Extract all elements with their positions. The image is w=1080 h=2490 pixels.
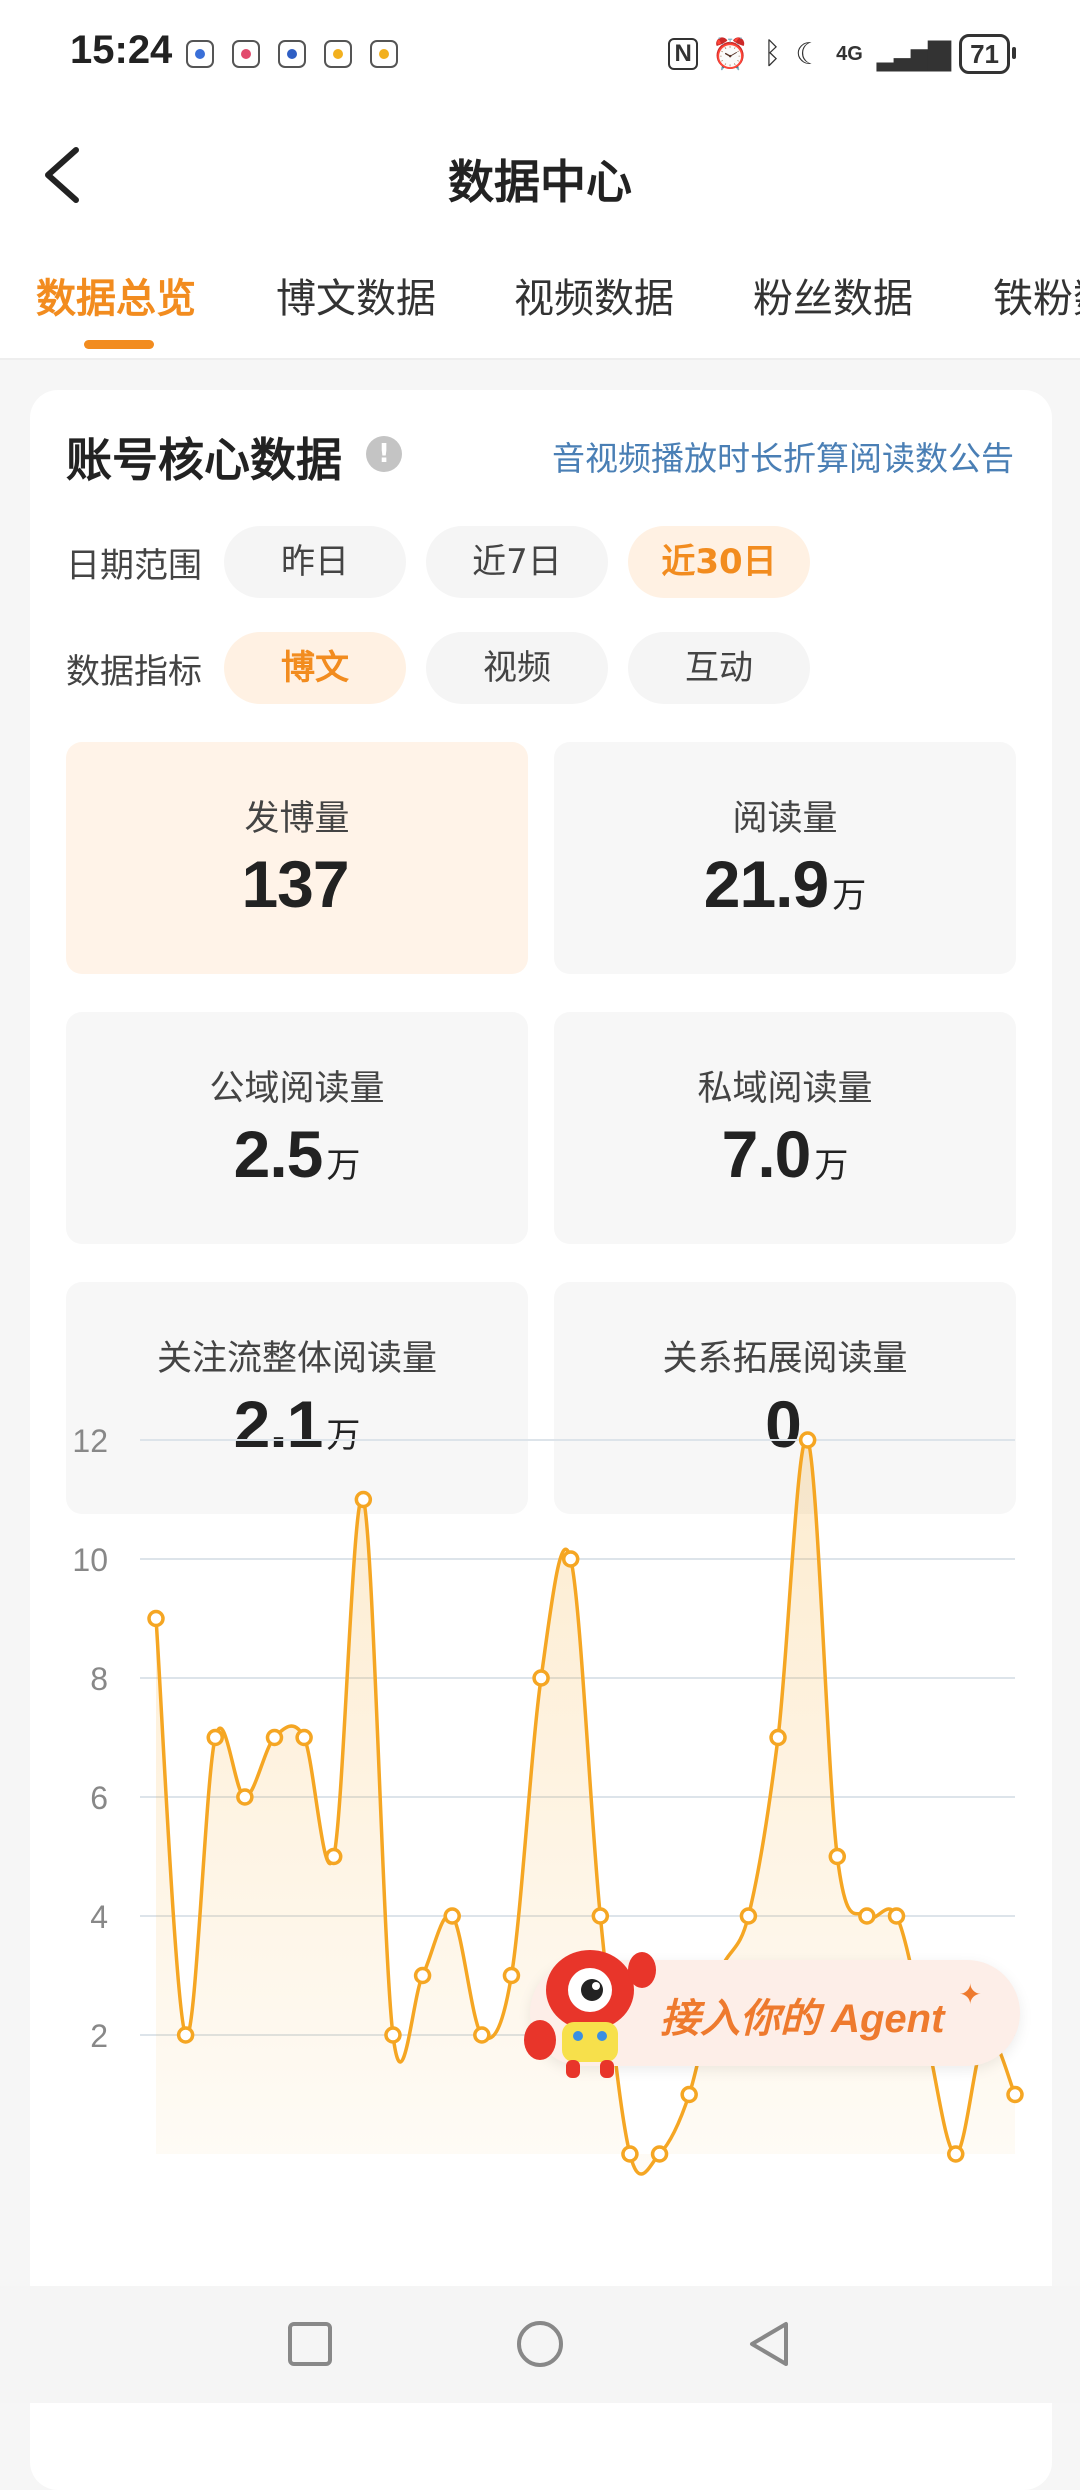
metric-card-public-reads[interactable]: 公域阅读量 2.5 万	[66, 1012, 528, 1244]
date-range-label: 日期范围	[66, 545, 202, 586]
metric-unit: 万	[832, 876, 867, 916]
system-icons: N ⏰ ᛒ ☾ 4G ▂▃▅▇ 71	[668, 34, 1016, 74]
active-tab-indicator	[84, 340, 154, 349]
battery-icon: 71	[959, 34, 1016, 74]
data-point	[295, 1728, 313, 1747]
section-title: 账号核心数据	[66, 433, 342, 487]
y-tick-label: 4	[90, 1899, 108, 1935]
metric-label: 阅读量	[732, 799, 838, 839]
data-point	[532, 1669, 550, 1687]
data-point	[828, 1847, 847, 1866]
metric-label: 关系拓展阅读量	[662, 1339, 908, 1379]
date-range-filter: 日期范围 昨日 近7日 近30日	[66, 526, 830, 598]
app-notification-icon	[232, 40, 260, 68]
data-point	[502, 1966, 521, 1985]
home-icon[interactable]	[512, 2316, 568, 2372]
metric-label: 私域阅读量	[697, 1069, 873, 1109]
data-point	[443, 1907, 461, 1925]
bluetooth-icon: ᛒ	[763, 37, 782, 70]
y-tick-label: 2	[90, 2018, 108, 2054]
metric-label: 关注流整体阅读量	[156, 1339, 437, 1379]
tab-bar: 数据总览 博文数据 视频数据 粉丝数据 铁粉数据	[0, 240, 1080, 360]
data-point	[354, 1490, 373, 1509]
app-notification-icon	[278, 40, 306, 68]
notice-link[interactable]: 音视频播放时长折算阅读数公告	[552, 432, 1014, 480]
data-point	[265, 1728, 284, 1747]
metric-value: 21.9	[703, 847, 829, 921]
date-option-7days[interactable]: 近7日	[426, 526, 608, 598]
y-tick-label: 8	[90, 1661, 108, 1697]
crab-mascot-icon[interactable]	[522, 1930, 658, 2080]
app-notification-icon	[370, 40, 398, 68]
data-point	[739, 1907, 758, 1925]
metric-card-posts[interactable]: 发博量 137	[66, 742, 528, 974]
signal-icon: ▂▃▅▇	[876, 37, 951, 71]
status-bar: 15:24 N ⏰ ᛒ ☾ 4G ▂▃▅▇ 71	[0, 0, 1080, 110]
tab-video-data[interactable]: 视频数据	[514, 266, 674, 324]
metric-label: 发博量	[244, 799, 350, 839]
data-point	[591, 1907, 610, 1925]
alarm-icon: ⏰	[711, 37, 750, 71]
data-point	[176, 2026, 195, 2044]
data-point	[236, 1788, 254, 1806]
metric-unit: 万	[814, 1146, 849, 1186]
data-point	[413, 1966, 432, 1985]
date-option-yesterday[interactable]: 昨日	[224, 526, 406, 598]
notification-icons	[186, 40, 398, 68]
data-point	[887, 1907, 906, 1925]
data-point	[147, 1609, 165, 1628]
metric-unit: 万	[326, 1146, 361, 1186]
data-point	[798, 1431, 817, 1449]
agent-banner-text: 接入你的 Agent	[660, 1997, 945, 2041]
metric-label: 公域阅读量	[209, 1069, 385, 1109]
tab-iron-fans-data[interactable]: 铁粉数据	[993, 266, 1080, 324]
metric-card-reads[interactable]: 阅读量 21.9 万	[554, 742, 1016, 974]
y-tick-label: 10	[72, 1542, 108, 1578]
tab-overview[interactable]: 数据总览	[36, 266, 196, 324]
metric-value: 2.5	[233, 1117, 324, 1191]
data-point	[324, 1847, 343, 1866]
data-point	[473, 2026, 491, 2044]
metric-option-interaction[interactable]: 互动	[628, 632, 810, 704]
sparkle-icon: ✦	[958, 1978, 982, 2011]
data-point	[769, 1728, 787, 1747]
data-point	[947, 2145, 965, 2163]
metric-card-private-reads[interactable]: 私域阅读量 7.0 万	[554, 1012, 1016, 1244]
metric-filter: 数据指标 博文 视频 互动	[66, 632, 830, 704]
metric-value: 137	[241, 847, 349, 921]
header: 数据中心	[0, 110, 1080, 240]
nfc-icon: N	[668, 38, 698, 70]
system-navigation-bar	[0, 2286, 1080, 2403]
data-point	[384, 2026, 402, 2044]
data-point	[1006, 2085, 1024, 2104]
network-icon: 4G	[836, 42, 863, 65]
tab-fans-data[interactable]: 粉丝数据	[753, 266, 913, 324]
app-notification-icon	[186, 40, 214, 68]
data-point	[561, 1550, 580, 1568]
info-icon[interactable]: !	[366, 436, 402, 472]
data-point	[650, 2145, 669, 2163]
trend-chart: 2 4 6 8 10 12	[72, 1423, 1024, 2176]
data-point	[621, 2145, 639, 2163]
status-time: 15:24	[70, 28, 173, 72]
metric-value: 7.0	[721, 1117, 812, 1191]
metric-label: 数据指标	[66, 651, 202, 692]
core-data-card: 账号核心数据 ! 音视频播放时长折算阅读数公告 日期范围 昨日 近7日 近30日…	[30, 390, 1052, 2490]
data-point	[858, 1907, 876, 1925]
y-tick-label: 12	[72, 1423, 108, 1459]
metric-option-video[interactable]: 视频	[426, 632, 608, 704]
metric-option-post[interactable]: 博文	[224, 632, 406, 704]
app-notification-icon	[324, 40, 352, 68]
back-icon[interactable]	[742, 2316, 798, 2372]
data-point	[680, 2085, 698, 2104]
moon-icon: ☾	[795, 37, 823, 71]
y-tick-label: 6	[90, 1780, 108, 1816]
page-title: 数据中心	[448, 155, 632, 209]
data-point	[206, 1728, 224, 1747]
recent-apps-icon[interactable]	[282, 2316, 338, 2372]
tab-post-data[interactable]: 博文数据	[276, 266, 436, 324]
date-option-30days[interactable]: 近30日	[628, 526, 810, 598]
